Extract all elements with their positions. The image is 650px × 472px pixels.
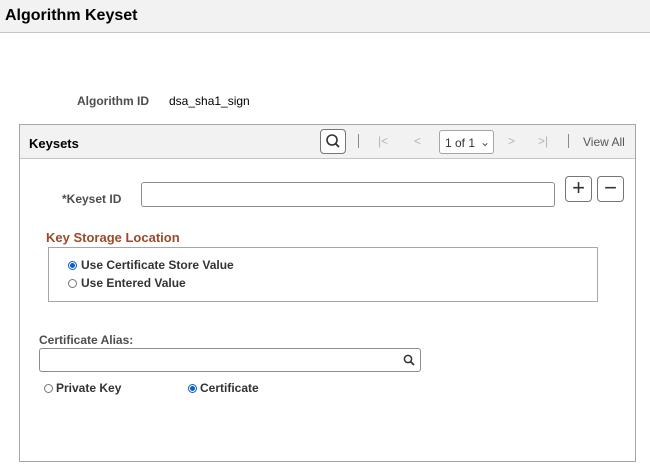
page-selector[interactable]: 1 of 1 ⌄: [439, 130, 494, 154]
certificate-alias-label: Certificate Alias:: [39, 333, 134, 347]
plus-icon: +: [572, 175, 585, 200]
search-icon: [326, 134, 340, 148]
last-page-icon[interactable]: >|: [538, 134, 548, 148]
keysets-panel: Keysets |< < 1 of 1 ⌄ > >| View All *Key…: [19, 124, 636, 462]
private-key-label: Private Key: [56, 381, 122, 395]
keyset-id-input[interactable]: [141, 182, 555, 207]
certificate-label: Certificate: [200, 381, 259, 395]
use-entered-value-label: Use Entered Value: [81, 276, 186, 290]
toolbar-divider: [358, 134, 359, 148]
key-storage-location-group: Use Certificate Store Value Use Entered …: [48, 247, 598, 302]
minus-icon: −: [604, 175, 617, 200]
next-page-icon[interactable]: >: [508, 134, 515, 148]
use-entered-value-radio[interactable]: [68, 279, 77, 288]
certificate-alias-input[interactable]: [39, 348, 421, 372]
private-key-radio[interactable]: [44, 384, 53, 393]
page-header: Algorithm Keyset: [0, 0, 650, 33]
delete-row-button[interactable]: −: [597, 176, 624, 202]
view-all-link[interactable]: View All: [583, 135, 625, 149]
use-certificate-store-radio[interactable]: [68, 261, 77, 270]
keyset-id-label: *Keyset ID: [62, 192, 122, 206]
add-row-button[interactable]: +: [565, 176, 592, 202]
use-certificate-store-label: Use Certificate Store Value: [81, 258, 234, 272]
page-title: Algorithm Keyset: [5, 7, 138, 24]
first-page-icon[interactable]: |<: [378, 134, 388, 148]
keysets-panel-header: Keysets |< < 1 of 1 ⌄ > >| View All: [20, 125, 635, 159]
keysets-title: Keysets: [29, 136, 79, 151]
certificate-radio[interactable]: [188, 384, 197, 393]
key-storage-location-title: Key Storage Location: [46, 230, 180, 245]
algorithm-id-value: dsa_sha1_sign: [169, 94, 250, 108]
find-button[interactable]: [320, 129, 346, 154]
previous-page-icon[interactable]: <: [414, 134, 421, 148]
chevron-down-icon: ⌄: [480, 135, 491, 149]
algorithm-id-label: Algorithm ID: [77, 94, 149, 108]
search-icon[interactable]: [402, 353, 416, 367]
page-selector-value: 1 of 1: [445, 136, 476, 150]
toolbar-divider: [568, 134, 569, 148]
